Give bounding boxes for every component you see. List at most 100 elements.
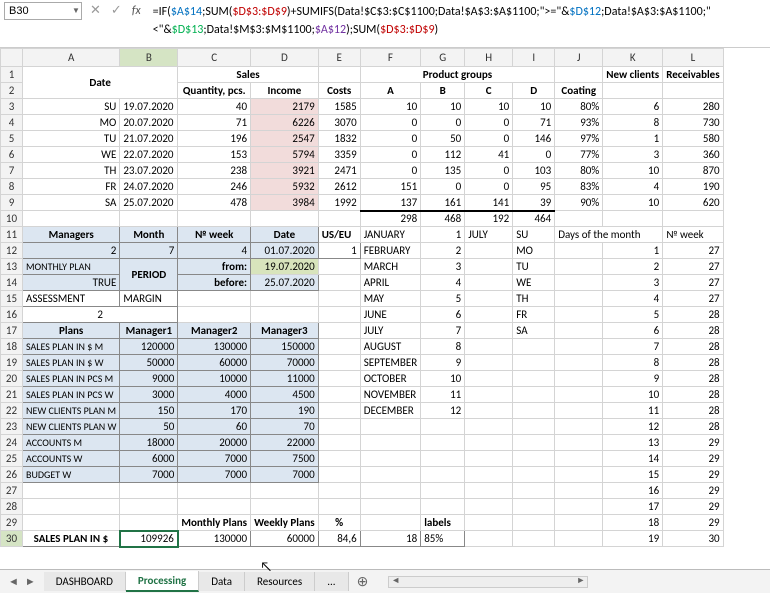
cell[interactable]: A xyxy=(360,83,421,99)
col-header-A[interactable]: A xyxy=(23,49,120,67)
cell[interactable]: 50000 xyxy=(120,355,178,371)
accept-formula-icon[interactable]: ✓ xyxy=(111,3,122,18)
cell[interactable] xyxy=(465,355,513,371)
cell[interactable]: 7000 xyxy=(251,467,319,483)
cell[interactable]: 6 xyxy=(603,323,663,339)
cell[interactable]: 7 xyxy=(120,243,178,259)
tab-more[interactable]: ... xyxy=(315,572,348,591)
row-27[interactable]: 271629 xyxy=(1,483,724,499)
row-5[interactable]: 5TU21.07.202019625471832050014697%1580 xyxy=(1,131,724,147)
cell[interactable] xyxy=(555,243,603,259)
cell[interactable]: JUNE xyxy=(360,307,421,323)
cell[interactable]: 0 xyxy=(360,147,421,163)
cell[interactable] xyxy=(555,483,603,499)
cell[interactable]: 50 xyxy=(421,131,465,147)
cell[interactable]: FR xyxy=(513,307,555,323)
tab-dashboard[interactable]: DASHBOARD xyxy=(44,572,126,591)
monthly-plan[interactable]: MONTHLY PLAN xyxy=(23,259,120,275)
cell[interactable] xyxy=(318,403,360,419)
cell[interactable]: Manager2 xyxy=(178,323,251,339)
row-1[interactable]: 1DateSalesProduct groupsNew clientsRecei… xyxy=(1,67,724,83)
cell[interactable] xyxy=(513,483,555,499)
row-22[interactable]: 22NEW CLIENTS PLAN M150170190DECEMBER121… xyxy=(1,403,724,419)
cell[interactable]: 3359 xyxy=(318,147,360,163)
cell[interactable]: MAY xyxy=(360,291,421,307)
row-25[interactable]: 25ACCOUNTS W6000700075001429 xyxy=(1,451,724,467)
cell[interactable]: 29 xyxy=(663,483,723,499)
cell[interactable]: 27 xyxy=(663,275,723,291)
cell[interactable]: SEPTEMBER xyxy=(360,355,421,371)
col-header-C[interactable]: C xyxy=(178,49,251,67)
cell[interactable]: 28 xyxy=(663,419,723,435)
cell[interactable]: 151 xyxy=(360,179,421,195)
day-date[interactable]: 25.07.2020 xyxy=(120,195,178,211)
cell[interactable]: 7000 xyxy=(120,467,178,483)
fx-icon[interactable]: fx xyxy=(132,4,141,18)
cell[interactable]: 1992 xyxy=(318,195,360,211)
cell[interactable]: 1 xyxy=(421,227,465,243)
cell[interactable]: 30 xyxy=(663,531,723,547)
cell[interactable] xyxy=(465,531,513,547)
cell[interactable]: 29 xyxy=(663,499,723,515)
row-13[interactable]: 13MONTHLY PLANPERIODfrom:19.07.2020MARCH… xyxy=(1,259,724,275)
cell[interactable]: 150 xyxy=(120,403,178,419)
cell[interactable]: 28 xyxy=(663,339,723,355)
hdr-date[interactable]: Date xyxy=(23,67,178,99)
cell[interactable] xyxy=(555,371,603,387)
cell[interactable] xyxy=(663,211,723,227)
col-header-I[interactable]: I xyxy=(513,49,555,67)
income[interactable]: 6226 xyxy=(251,115,319,131)
cell[interactable]: 3 xyxy=(603,147,663,163)
day-date[interactable]: 20.07.2020 xyxy=(120,115,178,131)
cell[interactable] xyxy=(421,435,465,451)
income[interactable]: 5932 xyxy=(251,179,319,195)
col-header-G[interactable]: G xyxy=(421,49,465,67)
cell[interactable]: 90% xyxy=(555,195,603,211)
cell[interactable]: 19.07.2020 xyxy=(251,259,319,275)
cell[interactable]: 103 xyxy=(513,163,555,179)
cell[interactable] xyxy=(318,451,360,467)
cell[interactable] xyxy=(513,419,555,435)
cell[interactable]: 19 xyxy=(603,531,663,547)
cell[interactable]: 2471 xyxy=(318,163,360,179)
cell[interactable]: 112 xyxy=(421,147,465,163)
cell[interactable]: 170 xyxy=(178,403,251,419)
cell[interactable] xyxy=(465,339,513,355)
cell[interactable]: 20000 xyxy=(178,435,251,451)
cell[interactable] xyxy=(318,467,360,483)
row-4[interactable]: 4MO20.07.202071622630700007193%8730 xyxy=(1,115,724,131)
cell[interactable]: 0 xyxy=(465,131,513,147)
cell[interactable] xyxy=(318,387,360,403)
cell[interactable] xyxy=(178,307,251,323)
cell[interactable]: 3070 xyxy=(318,115,360,131)
day-name[interactable]: FR xyxy=(23,179,120,195)
cell[interactable]: 85% xyxy=(421,531,465,547)
row-9[interactable]: 9SA25.07.2020478398419921371611413990%10… xyxy=(1,195,724,211)
cell[interactable] xyxy=(555,515,603,531)
cell[interactable] xyxy=(465,499,513,515)
tab-processing[interactable]: Processing xyxy=(126,571,199,592)
row-26[interactable]: 26BUDGET W7000700070001529 xyxy=(1,467,724,483)
cell[interactable]: 137 xyxy=(360,195,421,211)
cell[interactable] xyxy=(555,307,603,323)
cell[interactable] xyxy=(465,323,513,339)
cell[interactable]: Monthly Plans xyxy=(178,515,251,531)
tab-data[interactable]: Data xyxy=(199,572,245,591)
cell[interactable]: Date xyxy=(251,227,319,243)
cell[interactable]: 28 xyxy=(663,355,723,371)
row-20[interactable]: 20SALES PLAN IN PCS M90001000011000OCTOB… xyxy=(1,371,724,387)
cell[interactable]: 1 xyxy=(603,243,663,259)
plan-label[interactable]: BUDGET W xyxy=(23,467,120,483)
cell[interactable] xyxy=(421,499,465,515)
cell[interactable]: 13 xyxy=(603,435,663,451)
cell[interactable]: 28 xyxy=(663,387,723,403)
plan-label[interactable]: ACCOUNTS W xyxy=(23,451,120,467)
cell[interactable]: 18 xyxy=(603,515,663,531)
cell[interactable] xyxy=(120,499,178,515)
cell[interactable]: 12 xyxy=(421,403,465,419)
cell[interactable]: 84,6 xyxy=(318,531,360,547)
cell[interactable]: 8 xyxy=(603,355,663,371)
cell[interactable]: 360 xyxy=(663,147,723,163)
cell[interactable] xyxy=(421,419,465,435)
income[interactable]: 3921 xyxy=(251,163,319,179)
